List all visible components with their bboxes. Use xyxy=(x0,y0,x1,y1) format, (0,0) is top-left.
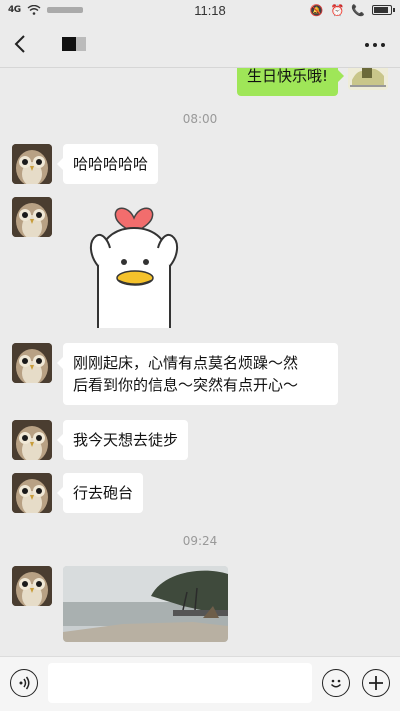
more-options-button[interactable] xyxy=(364,32,386,52)
contact-name-redacted-block xyxy=(62,36,76,51)
plus-icon xyxy=(369,676,383,690)
contact-avatar[interactable] xyxy=(12,420,52,460)
contact-avatar[interactable] xyxy=(12,144,52,184)
seaside-photo-image xyxy=(63,566,228,642)
my-avatar[interactable] xyxy=(348,68,388,90)
wifi-icon xyxy=(27,5,41,15)
battery-level xyxy=(374,7,388,13)
my-avatar-image xyxy=(348,68,388,90)
call-icon: 📞 xyxy=(351,3,365,17)
contact-avatar[interactable] xyxy=(12,473,52,513)
more-functions-button[interactable] xyxy=(362,669,390,697)
owl-avatar-image xyxy=(12,566,52,606)
owl-avatar-image xyxy=(12,197,52,237)
owl-avatar-image xyxy=(12,343,52,383)
contact-avatar[interactable] xyxy=(12,197,52,237)
status-bar: 4G 11:18 🔕 ⏰ 📞 xyxy=(0,0,400,20)
status-placeholder xyxy=(46,7,83,13)
owl-avatar-image xyxy=(12,144,52,184)
voice-button[interactable] xyxy=(10,669,38,697)
contact-avatar[interactable] xyxy=(12,343,52,383)
voice-icon xyxy=(19,676,30,690)
incoming-message[interactable]: 哈哈哈哈哈 xyxy=(56,144,159,184)
input-bar xyxy=(0,656,400,711)
outgoing-message[interactable]: 生日快乐哦! xyxy=(236,68,345,96)
timestamp: 08:00 xyxy=(182,112,218,126)
incoming-message[interactable]: 我今天想去徒步 xyxy=(56,420,189,460)
incoming-message[interactable]: 行去砲台 xyxy=(56,473,144,513)
emoji-button[interactable] xyxy=(322,669,350,697)
alarm-icon: ⏰ xyxy=(330,3,345,17)
mute-icon: 🔕 xyxy=(309,3,324,17)
chat-area[interactable]: 生日快乐哦! 08:00 哈哈哈哈哈 刚刚起床，心情有点莫名烦躁～然 后看到你的… xyxy=(0,68,400,656)
photo-message[interactable] xyxy=(63,566,228,642)
back-arrow-icon xyxy=(14,34,25,53)
signal-icon: 4G xyxy=(8,5,21,15)
duck-heart-sticker-image xyxy=(90,207,178,328)
emoji-icon xyxy=(330,679,342,688)
back-button[interactable] xyxy=(0,20,40,68)
owl-avatar-image xyxy=(12,473,52,513)
owl-avatar-image xyxy=(12,420,52,460)
timestamp: 09:24 xyxy=(182,534,218,548)
contact-name[interactable] xyxy=(62,36,86,51)
chat-header xyxy=(0,20,400,68)
status-time: 11:18 xyxy=(194,2,226,18)
contact-avatar[interactable] xyxy=(12,566,52,606)
contact-name-redacted-block xyxy=(76,36,86,51)
more-options-icon xyxy=(365,43,385,47)
incoming-message[interactable]: 刚刚起床，心情有点莫名烦躁～然 后看到你的信息～突然有点开心～ xyxy=(57,343,338,405)
battery-icon xyxy=(372,5,395,15)
duck-sticker[interactable] xyxy=(74,196,194,332)
message-input[interactable] xyxy=(48,663,312,703)
